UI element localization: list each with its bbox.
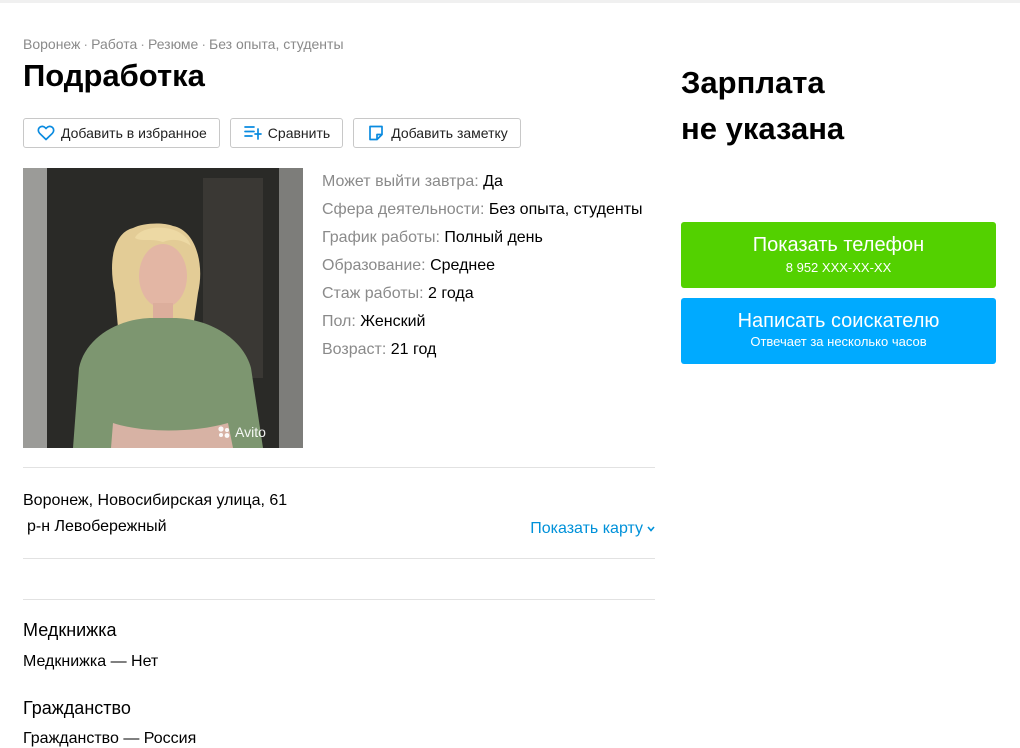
breadcrumb: Воронеж · Работа · Резюме · Без опыта, студент…	[23, 36, 344, 52]
show-map-link[interactable]: Показать карту	[530, 520, 655, 538]
breadcrumb-separator: ·	[201, 36, 207, 52]
add-favorite-label: Добавить в избранное	[61, 125, 207, 141]
divider	[23, 558, 655, 559]
param-value: Да	[483, 173, 503, 190]
chevron-down-icon	[647, 526, 655, 532]
param-value: 21 год	[390, 341, 437, 358]
breadcrumb-separator: ·	[140, 36, 145, 52]
add-note-label: Добавить заметку	[391, 125, 508, 141]
show-map-label: Показать карту	[530, 520, 643, 537]
param-row: Образование: Среднее	[322, 252, 643, 280]
citizenship-text: Гражданство — Россия	[23, 730, 197, 747]
medbook-heading: Медкнижка	[23, 620, 117, 640]
address: Воронеж, Новосибирская улица, 61	[23, 492, 288, 509]
param-key: Возраст:	[322, 341, 387, 358]
param-key: Сфера деятельности:	[322, 201, 485, 218]
resume-photo[interactable]: Avito	[23, 168, 303, 448]
top-border	[0, 0, 1020, 3]
resume-params: Может выйти завтра: Да Сфера деятельност…	[322, 168, 643, 364]
param-value: 2 года	[427, 285, 474, 302]
breadcrumb-separator: ·	[83, 36, 89, 52]
param-value: Без опыта, студенты	[488, 201, 643, 218]
breadcrumb-item-city[interactable]: Воронеж	[23, 36, 80, 52]
salary-line-1: Зарплата	[681, 65, 825, 100]
compare-icon	[243, 124, 262, 142]
heart-icon	[37, 124, 55, 142]
citizenship-heading: Гражданство	[23, 698, 131, 718]
avito-watermark: Avito	[217, 424, 266, 440]
param-row: График работы: Полный день	[322, 224, 643, 252]
param-key: График работы:	[322, 229, 440, 246]
breadcrumb-item-category[interactable]: Без опыта, студенты	[209, 36, 344, 52]
divider	[23, 467, 655, 468]
write-applicant-label: Написать соискателю	[737, 310, 940, 332]
param-row: Стаж работы: 2 года	[322, 280, 643, 308]
divider	[23, 599, 655, 600]
breadcrumb-item-work[interactable]: Работа	[91, 36, 137, 52]
compare-button[interactable]: Сравнить	[229, 118, 344, 148]
salary-line-2: не указана	[681, 111, 845, 146]
page-title: Подработка	[23, 58, 205, 93]
show-phone-button[interactable]: Показать телефон 8 952 XXX-XX-XX	[681, 222, 996, 288]
param-key: Стаж работы:	[322, 285, 424, 302]
param-value: Женский	[360, 313, 426, 330]
show-phone-label: Показать телефон	[752, 234, 925, 256]
response-time: Отвечает за несколько часов	[750, 334, 927, 349]
param-row: Сфера деятельности: Без опыта, студенты	[322, 196, 643, 224]
param-row: Может выйти завтра: Да	[322, 168, 643, 196]
salary: Зарплата не указана	[681, 60, 844, 152]
param-row: Возраст: 21 год	[322, 336, 643, 364]
action-bar: Добавить в избранное Сравнить Добавить з…	[23, 118, 521, 148]
add-favorite-button[interactable]: Добавить в избранное	[23, 118, 220, 148]
avito-logo-icon	[218, 426, 230, 438]
medbook-text: Медкнижка — Нет	[23, 653, 159, 670]
param-key: Может выйти завтра:	[322, 173, 479, 190]
param-key: Пол:	[322, 313, 356, 330]
breadcrumb-item-resume[interactable]: Резюме	[148, 36, 198, 52]
param-row: Пол: Женский	[322, 308, 643, 336]
note-icon	[367, 124, 385, 142]
avito-watermark-text: Avito	[235, 424, 266, 440]
param-value: Полный день	[444, 229, 543, 246]
write-applicant-button[interactable]: Написать соискателю Отвечает за нескольк…	[681, 298, 996, 364]
district: р-н Левобережный	[27, 518, 167, 535]
phone-number-masked: 8 952 XXX-XX-XX	[785, 260, 892, 275]
param-value: Среднее	[430, 257, 496, 274]
compare-label: Сравнить	[267, 125, 331, 141]
param-key: Образование:	[322, 257, 426, 274]
add-note-button[interactable]: Добавить заметку	[353, 118, 521, 148]
